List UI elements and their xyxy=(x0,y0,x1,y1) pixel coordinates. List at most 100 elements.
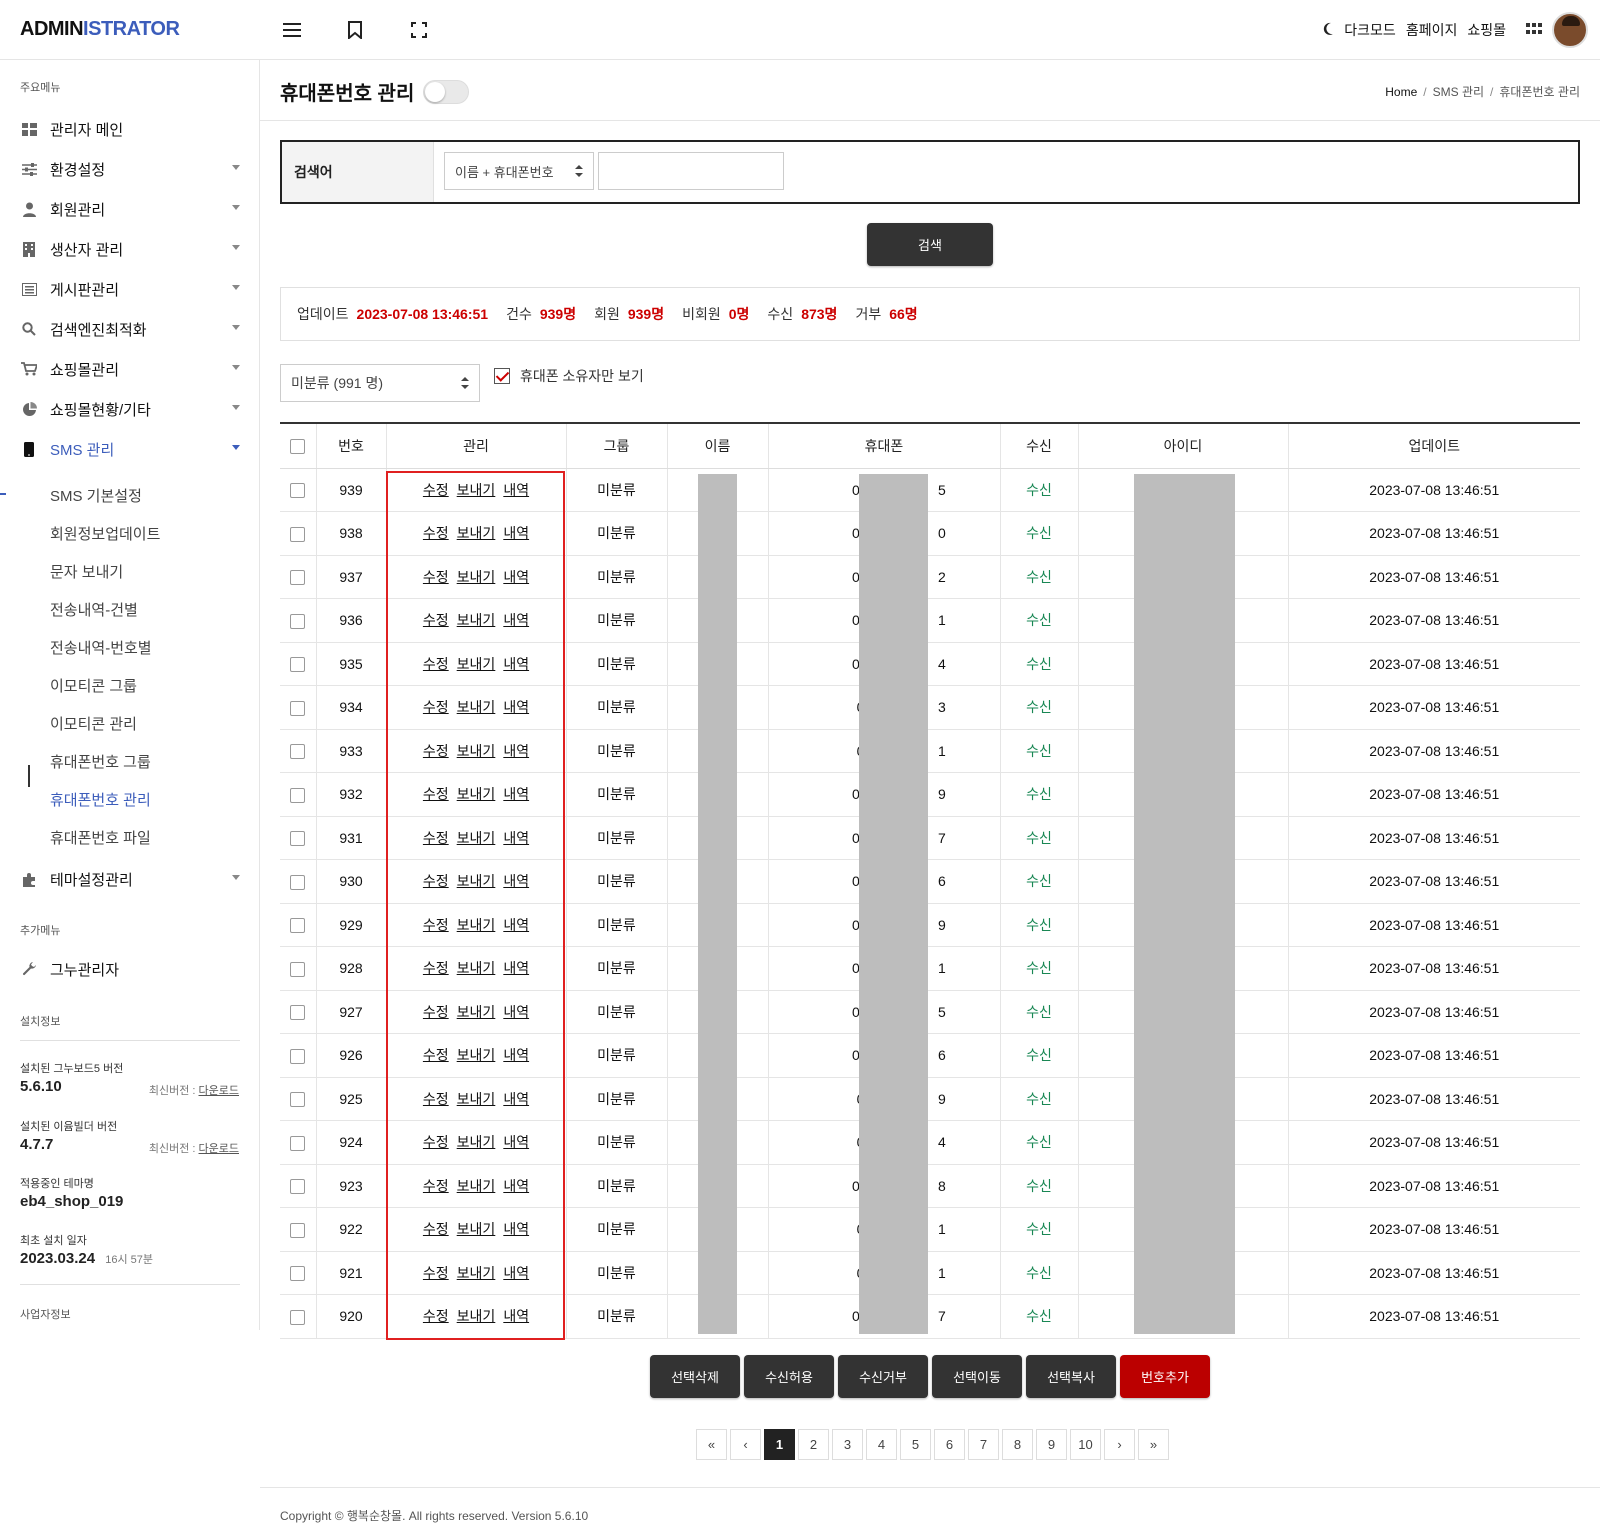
sidebar-item-sms[interactable]: SMS 관리 xyxy=(20,437,240,461)
row-checkbox[interactable] xyxy=(290,961,306,977)
send-link[interactable]: 보내기 xyxy=(457,525,496,541)
page-5[interactable]: 5 xyxy=(900,1429,931,1460)
row-checkbox[interactable] xyxy=(290,700,306,716)
history-link[interactable]: 내역 xyxy=(503,786,529,802)
add-number-button[interactable]: 번호추가 xyxy=(1120,1355,1210,1398)
row-checkbox[interactable] xyxy=(290,1048,306,1064)
history-link[interactable]: 내역 xyxy=(503,1134,529,1150)
edit-link[interactable]: 수정 xyxy=(423,873,449,889)
row-checkbox[interactable] xyxy=(290,613,306,629)
send-link[interactable]: 보내기 xyxy=(457,656,496,672)
admin-logo[interactable]: ADMINISTRATOR xyxy=(20,18,180,41)
send-link[interactable]: 보내기 xyxy=(457,612,496,628)
breadcrumb-sms[interactable]: SMS 관리 xyxy=(1433,85,1484,99)
history-link[interactable]: 내역 xyxy=(503,743,529,759)
edit-link[interactable]: 수정 xyxy=(423,917,449,933)
sidebar-sub-emoticon-manage[interactable]: 이모티콘 관리 xyxy=(50,713,137,734)
edit-link[interactable]: 수정 xyxy=(423,786,449,802)
receive-status-link[interactable]: 수신 xyxy=(1026,873,1052,889)
send-link[interactable]: 보내기 xyxy=(457,960,496,976)
page-toggle[interactable] xyxy=(423,80,469,104)
receive-status-link[interactable]: 수신 xyxy=(1026,1134,1052,1150)
history-link[interactable]: 내역 xyxy=(503,873,529,889)
receive-status-link[interactable]: 수신 xyxy=(1026,743,1052,759)
receive-status-link[interactable]: 수신 xyxy=(1026,917,1052,933)
row-checkbox[interactable] xyxy=(290,1092,306,1108)
send-link[interactable]: 보내기 xyxy=(457,699,496,715)
row-checkbox[interactable] xyxy=(290,657,306,673)
row-checkbox[interactable] xyxy=(290,787,306,803)
edit-link[interactable]: 수정 xyxy=(423,1178,449,1194)
edit-link[interactable]: 수정 xyxy=(423,830,449,846)
reject-receive-button[interactable]: 수신거부 xyxy=(838,1355,928,1398)
send-link[interactable]: 보내기 xyxy=(457,1308,496,1324)
history-link[interactable]: 내역 xyxy=(503,569,529,585)
send-link[interactable]: 보내기 xyxy=(457,1221,496,1237)
edit-link[interactable]: 수정 xyxy=(423,1221,449,1237)
fullscreen-icon[interactable] xyxy=(407,18,431,42)
gnuboard-download-link[interactable]: 다운로드 xyxy=(199,1085,239,1097)
send-link[interactable]: 보내기 xyxy=(457,786,496,802)
send-link[interactable]: 보내기 xyxy=(457,482,496,498)
sidebar-item-members[interactable]: 회원관리 xyxy=(20,197,240,221)
send-link[interactable]: 보내기 xyxy=(457,873,496,889)
homepage-link[interactable]: 홈페이지 xyxy=(1406,20,1458,40)
page-8[interactable]: 8 xyxy=(1002,1429,1033,1460)
avatar[interactable] xyxy=(1552,12,1588,48)
page-3[interactable]: 3 xyxy=(832,1429,863,1460)
copy-selected-button[interactable]: 선택복사 xyxy=(1026,1355,1116,1398)
edit-link[interactable]: 수정 xyxy=(423,482,449,498)
history-link[interactable]: 내역 xyxy=(503,960,529,976)
send-link[interactable]: 보내기 xyxy=(457,1047,496,1063)
receive-status-link[interactable]: 수신 xyxy=(1026,1265,1052,1281)
sidebar-sub-member-update[interactable]: 회원정보업데이트 xyxy=(50,523,160,544)
send-link[interactable]: 보내기 xyxy=(457,1004,496,1020)
page-6[interactable]: 6 xyxy=(934,1429,965,1460)
edit-link[interactable]: 수정 xyxy=(423,612,449,628)
owner-only-checkbox[interactable]: 휴대폰 소유자만 보기 xyxy=(494,366,644,386)
delete-selected-button[interactable]: 선택삭제 xyxy=(650,1355,740,1398)
receive-status-link[interactable]: 수신 xyxy=(1026,656,1052,672)
row-checkbox[interactable] xyxy=(290,744,306,760)
history-link[interactable]: 내역 xyxy=(503,1047,529,1063)
move-selected-button[interactable]: 선택이동 xyxy=(932,1355,1022,1398)
edit-link[interactable]: 수정 xyxy=(423,960,449,976)
sidebar-sub-sms-settings[interactable]: SMS 기본설정 xyxy=(50,485,142,506)
row-checkbox[interactable] xyxy=(290,526,306,542)
checkbox-checked-icon[interactable] xyxy=(494,368,510,384)
send-link[interactable]: 보내기 xyxy=(457,917,496,933)
row-checkbox[interactable] xyxy=(290,1179,306,1195)
hamburger-menu-icon[interactable] xyxy=(280,18,304,42)
page-7[interactable]: 7 xyxy=(968,1429,999,1460)
row-checkbox[interactable] xyxy=(290,874,306,890)
sidebar-item-seo[interactable]: 검색엔진최적화 xyxy=(20,317,240,341)
edit-link[interactable]: 수정 xyxy=(423,1047,449,1063)
history-link[interactable]: 내역 xyxy=(503,1308,529,1324)
receive-status-link[interactable]: 수신 xyxy=(1026,830,1052,846)
breadcrumb-home[interactable]: Home xyxy=(1385,85,1417,99)
allow-receive-button[interactable]: 수신허용 xyxy=(744,1355,834,1398)
bookmark-icon[interactable] xyxy=(343,18,367,42)
receive-status-link[interactable]: 수신 xyxy=(1026,1178,1052,1194)
edit-link[interactable]: 수정 xyxy=(423,1308,449,1324)
sidebar-item-producers[interactable]: 생산자 관리 xyxy=(20,237,240,261)
edit-link[interactable]: 수정 xyxy=(423,1004,449,1020)
receive-status-link[interactable]: 수신 xyxy=(1026,525,1052,541)
sidebar-sub-history-by-number[interactable]: 전송내역-번호별 xyxy=(50,637,152,658)
row-checkbox[interactable] xyxy=(290,831,306,847)
row-checkbox[interactable] xyxy=(290,1266,306,1282)
edit-link[interactable]: 수정 xyxy=(423,1134,449,1150)
send-link[interactable]: 보내기 xyxy=(457,743,496,759)
first-page-button[interactable]: « xyxy=(696,1429,727,1460)
row-checkbox[interactable] xyxy=(290,570,306,586)
history-link[interactable]: 내역 xyxy=(503,1221,529,1237)
sidebar-item-shop[interactable]: 쇼핑몰관리 xyxy=(20,357,240,381)
receive-status-link[interactable]: 수신 xyxy=(1026,1047,1052,1063)
history-link[interactable]: 내역 xyxy=(503,482,529,498)
receive-status-link[interactable]: 수신 xyxy=(1026,1221,1052,1237)
row-checkbox[interactable] xyxy=(290,1005,306,1021)
sidebar-item-theme[interactable]: 테마설정관리 xyxy=(20,867,240,891)
edit-link[interactable]: 수정 xyxy=(423,569,449,585)
history-link[interactable]: 내역 xyxy=(503,1178,529,1194)
sidebar-sub-phone-group[interactable]: 휴대폰번호 그룹 xyxy=(50,751,151,772)
